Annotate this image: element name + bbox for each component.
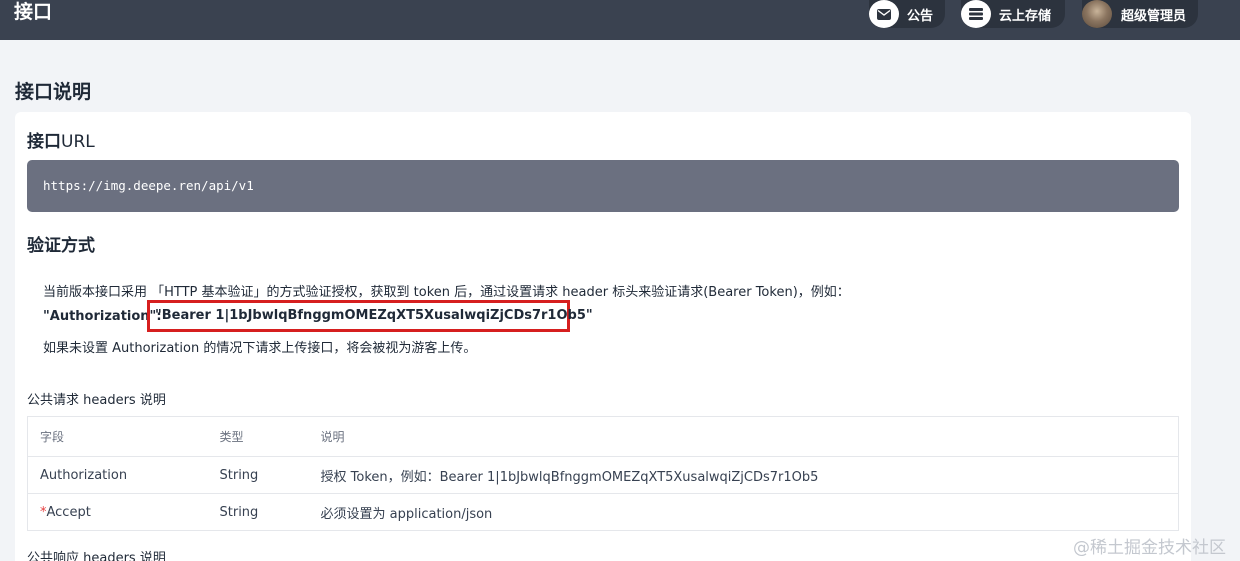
api-url-code: https://img.deepe.ren/api/v1	[27, 160, 1179, 212]
auth-heading: 验证方式	[27, 236, 95, 256]
field-name: Authorization	[40, 467, 128, 483]
column-header: 字段	[27, 416, 208, 457]
auth-example-token-highlight: "Bearer 1|1bJbwlqBfnggmOMEZqXT5XusalwqiZ…	[147, 300, 593, 332]
server-icon	[961, 0, 991, 28]
auth-description: 当前版本接口采用 「HTTP 基本验证」的方式验证授权，获取到 token 后，…	[43, 285, 850, 300]
cloud-storage-button[interactable]: 云上存储	[961, 0, 1065, 28]
user-menu-button[interactable]: 超级管理员	[1082, 0, 1198, 28]
envelope-icon	[869, 0, 899, 28]
page-title: 接口说明	[15, 81, 92, 103]
column-header: 类型	[207, 416, 309, 457]
user-label: 超级管理员	[1121, 8, 1187, 24]
notice-label: 公告	[906, 8, 933, 24]
avatar	[1082, 0, 1112, 28]
auth-example-key: "Authorization":	[43, 309, 162, 324]
type-cell: String	[207, 456, 309, 494]
app-title: 接口	[14, 1, 53, 23]
table-header-row: 字段 类型 说明	[27, 416, 1179, 457]
url-heading: 接口URL	[27, 127, 95, 152]
request-headers-table: 字段 类型 说明 Authorization String 授权 Token，例…	[27, 416, 1179, 531]
column-header: 说明	[308, 416, 1179, 457]
desc-cell: 必须设置为 application/json	[308, 493, 1179, 531]
top-bar: 接口 公告 云上存储 超级管理员	[0, 0, 1240, 40]
watermark: @稀土掘金技术社区	[1073, 538, 1226, 558]
type-cell: String	[207, 493, 309, 531]
auth-note: 如果未设置 Authorization 的情况下请求上传接口，将会被视为游客上传…	[43, 341, 477, 356]
desc-cell: 授权 Token，例如：Bearer 1|1bJbwlqBfnggmOMEZqX…	[308, 456, 1179, 494]
table-row: *Accept String 必须设置为 application/json	[27, 493, 1179, 531]
url-heading-bold: 接口	[27, 132, 61, 152]
url-heading-rest: URL	[61, 132, 95, 152]
field-name: Accept	[46, 504, 91, 520]
field-cell: *Accept	[27, 493, 208, 531]
cloud-storage-label: 云上存储	[999, 8, 1052, 24]
table-row: Authorization String 授权 Token，例如：Bearer …	[27, 456, 1179, 494]
request-headers-title: 公共请求 headers 说明	[27, 393, 166, 408]
field-cell: Authorization	[27, 456, 208, 494]
notice-button[interactable]: 公告	[869, 0, 945, 28]
response-headers-title: 公共响应 headers 说明	[27, 551, 166, 561]
